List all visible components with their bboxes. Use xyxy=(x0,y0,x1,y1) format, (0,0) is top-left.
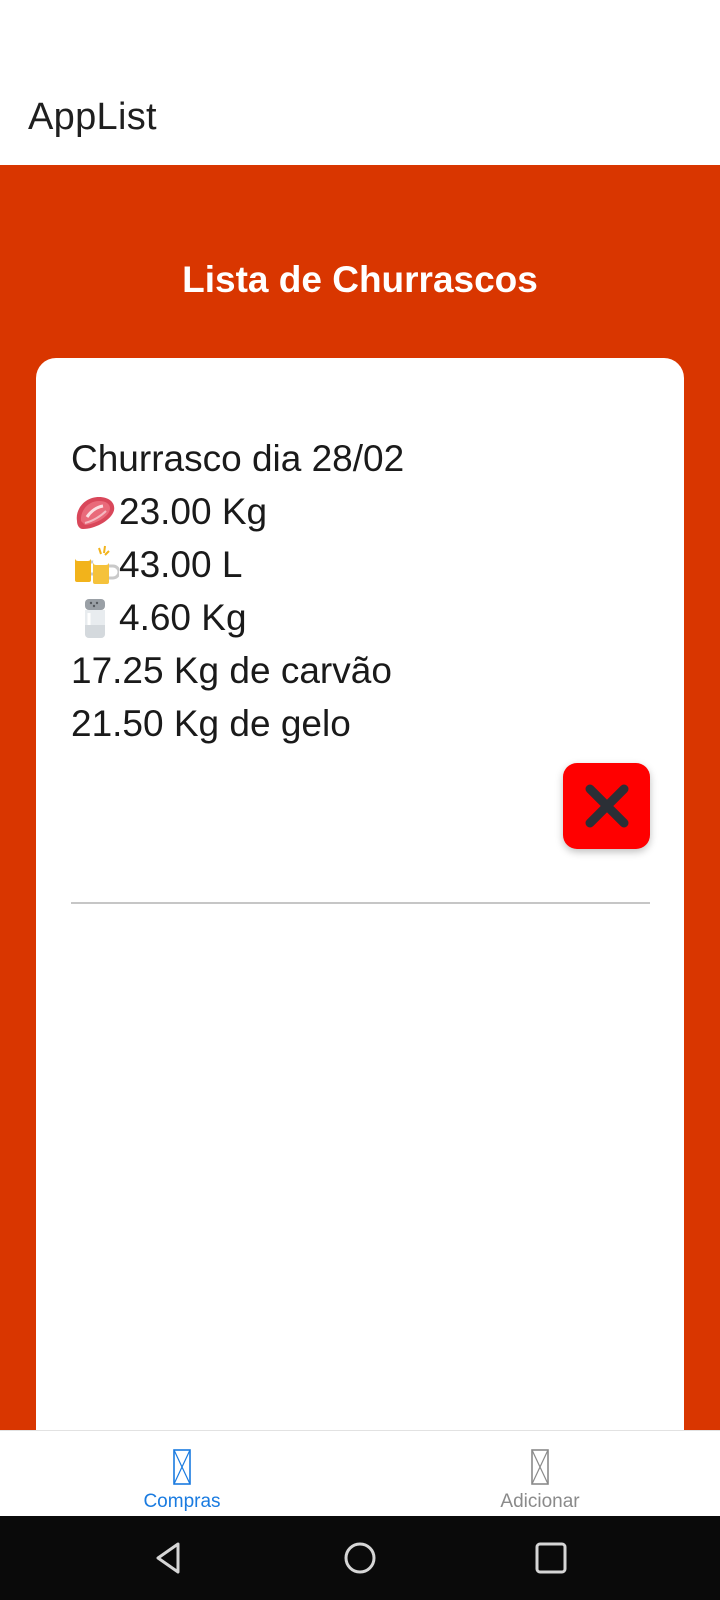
meat-emoji-icon xyxy=(76,497,115,530)
missing-glyph-icon xyxy=(173,1449,191,1485)
main-content: Lista de Churrascos Churrasco dia 28/02 … xyxy=(0,165,720,1430)
delete-button[interactable] xyxy=(563,763,650,849)
tab-adicionar[interactable]: Adicionar xyxy=(440,1431,640,1517)
salt-shaker-emoji-icon xyxy=(85,599,105,639)
recents-icon[interactable] xyxy=(531,1538,571,1578)
beer-row: 43.00 L xyxy=(71,538,656,591)
tab-compras[interactable]: Compras xyxy=(82,1431,282,1517)
salt-amount: 4.60 Kg xyxy=(119,597,247,638)
ice-row: 21.50 Kg de gelo xyxy=(71,703,351,744)
page-title: Lista de Churrascos xyxy=(182,259,538,300)
meat-row: 23.00 Kg xyxy=(71,485,656,538)
app-bar: AppList xyxy=(0,0,720,165)
list-divider xyxy=(71,902,650,904)
salt-row: 4.60 Kg xyxy=(71,591,656,644)
close-icon xyxy=(585,784,628,828)
bottom-tab-bar: Compras Adicionar xyxy=(0,1430,720,1517)
beer-mugs-emoji-icon xyxy=(75,546,119,585)
system-navigation-bar xyxy=(0,1516,720,1600)
back-icon[interactable] xyxy=(148,1538,188,1578)
app-title: AppList xyxy=(28,96,157,138)
beer-amount: 43.00 L xyxy=(119,544,243,585)
list-card: Churrasco dia 28/02 23.00 Kg 43.00 L 4.6… xyxy=(36,358,684,1430)
missing-glyph-icon xyxy=(531,1449,549,1485)
meat-amount: 23.00 Kg xyxy=(119,491,268,532)
tab-label-adicionar: Adicionar xyxy=(500,1491,580,1512)
entry-title: Churrasco dia 28/02 xyxy=(71,438,405,479)
charcoal-row: 17.25 Kg de carvão xyxy=(71,650,392,691)
tab-label-compras: Compras xyxy=(143,1491,221,1512)
home-icon[interactable] xyxy=(340,1538,380,1578)
list-item: Churrasco dia 28/02 23.00 Kg 43.00 L 4.6… xyxy=(71,432,656,750)
